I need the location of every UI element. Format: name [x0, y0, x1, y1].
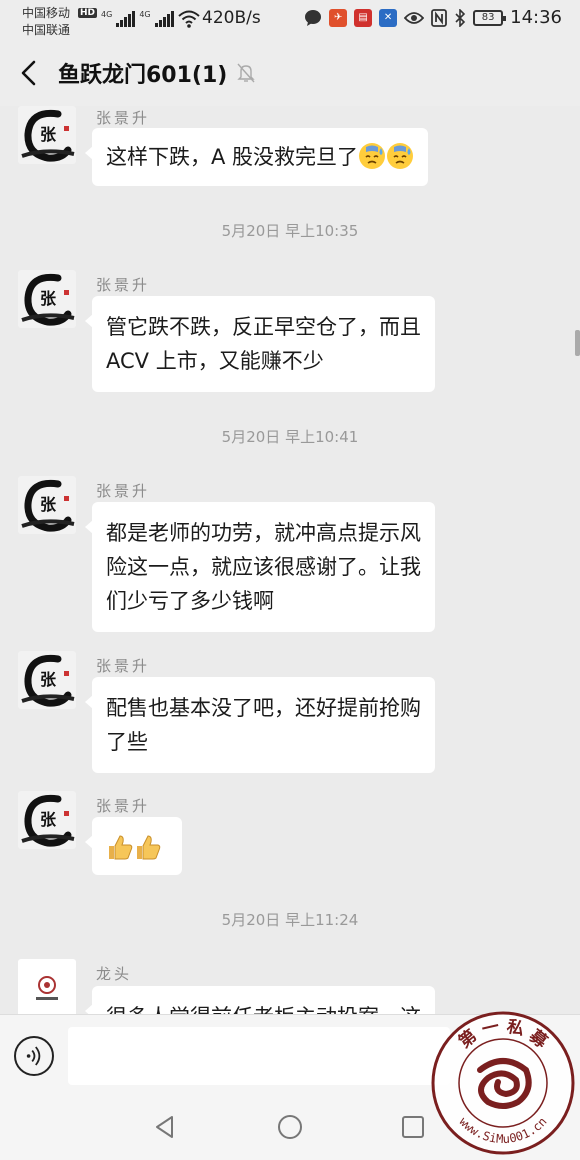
mute-bell-icon	[237, 63, 255, 83]
nav-home-icon[interactable]	[275, 1112, 305, 1142]
message-text-line: 了些	[106, 730, 148, 754]
signal-strength-2-icon	[154, 11, 174, 27]
sender-name: 张景升	[96, 657, 151, 675]
signal-strength-1-icon	[116, 11, 136, 27]
ink-calligraphy-avatar-icon: 张	[21, 109, 75, 162]
message-bubble[interactable]: 这样下跌，A 股没救完旦了	[84, 128, 429, 186]
message-text-line: 们少亏了多少钱啊	[106, 589, 274, 613]
clock: 14:36	[510, 7, 562, 28]
chat-title[interactable]: 鱼跃龙门601(1)	[58, 57, 227, 89]
network-speed: 420B/s	[202, 8, 261, 28]
message-text-line: 险这一点，就应该很感谢了。让我	[106, 555, 421, 579]
avatar[interactable]: 张	[18, 651, 76, 709]
news-app-icon: ▤	[354, 8, 373, 27]
network-type-2: 4G	[139, 9, 151, 19]
nav-back-icon[interactable]	[150, 1112, 180, 1142]
network-type-1: 4G	[101, 9, 113, 19]
thumbs-up-emoji-icon	[137, 835, 161, 860]
message-text-line: 都是老师的功劳，就冲高点提示风	[106, 521, 421, 545]
signal-group: HD 4G 4G	[78, 6, 200, 32]
ink-calligraphy-avatar-icon: 张	[21, 794, 75, 847]
message-text-line: ACV 上市，又能赚不少	[106, 349, 324, 373]
avatar[interactable]: 张	[18, 791, 76, 849]
message-input[interactable]	[68, 1027, 450, 1085]
message-bubble[interactable]	[85, 817, 182, 875]
avatar[interactable]: 张	[18, 476, 76, 534]
timestamp: 5月20日 早上10:35	[221, 222, 359, 240]
svg-text:张: 张	[40, 810, 57, 829]
message-bubble[interactable]: 管它跌不跌，反正早空仓了，而且 ACV 上市，又能赚不少	[85, 296, 435, 392]
chat-bubble-icon	[305, 9, 322, 26]
avatar[interactable]: 张	[18, 270, 76, 328]
voice-input-icon[interactable]	[14, 1036, 54, 1076]
wifi-icon	[177, 10, 200, 28]
sweat-face-emoji-icon	[387, 143, 414, 169]
chat-message-list[interactable]: 张 张景升 这样下跌，A 股没救完旦了 5月20日 早上10:35 张 张景升 …	[0, 106, 580, 1014]
message-bubble[interactable]: 很多人觉得前任老板主动投案，这	[85, 986, 435, 1014]
back-arrow-icon[interactable]	[14, 56, 46, 90]
svg-text:张: 张	[40, 289, 57, 308]
ink-calligraphy-avatar-icon: 张	[21, 479, 75, 532]
scrollbar[interactable]	[575, 330, 580, 356]
thumbs-up-emoji-icon	[109, 835, 133, 860]
ink-calligraphy-avatar-icon: 张	[21, 273, 75, 326]
logo-avatar-icon	[36, 976, 58, 1000]
svg-text:张: 张	[40, 670, 57, 689]
message-text-line: 配售也基本没了吧，还好提前抢购	[106, 696, 421, 720]
message-text-line: 很多人觉得前任老板主动投案，这	[106, 1000, 421, 1014]
svg-text:张: 张	[40, 125, 57, 144]
battery-icon: 83	[473, 9, 507, 26]
sender-name: 龙头	[96, 965, 133, 983]
app-notification-icon: ✈	[329, 8, 348, 27]
message-text-line: 管它跌不跌，反正早空仓了，而且	[106, 315, 421, 339]
message-bubble[interactable]: 都是老师的功劳，就冲高点提示风 险这一点，就应该很感谢了。让我 们少亏了多少钱啊	[85, 502, 435, 632]
svg-text:张: 张	[40, 495, 57, 514]
carrier-2-label: 中国联通	[22, 23, 71, 37]
timestamp: 5月20日 早上10:41	[221, 428, 359, 446]
chat-header: 鱼跃龙门601(1)	[0, 40, 580, 106]
hd-badge: HD	[78, 8, 98, 18]
eye-icon	[404, 11, 425, 24]
avatar[interactable]	[18, 959, 76, 1014]
bluetooth-icon	[455, 8, 466, 27]
sender-name: 张景升	[96, 276, 151, 294]
nav-recents-icon[interactable]	[398, 1112, 428, 1142]
nfc-icon	[431, 8, 448, 27]
ink-calligraphy-avatar-icon: 张	[21, 654, 75, 707]
avatar[interactable]: 张	[18, 106, 76, 164]
sweat-face-emoji-icon	[359, 143, 386, 169]
timestamp: 5月20日 早上11:24	[221, 911, 359, 929]
message-text: 这样下跌，A 股没救完旦了	[106, 145, 359, 169]
sender-name: 张景升	[96, 482, 151, 500]
sender-name: 张景升	[96, 797, 151, 815]
message-bubble[interactable]: 配售也基本没了吧，还好提前抢购 了些	[85, 677, 435, 773]
sender-name: 张景升	[96, 109, 151, 127]
status-bar: 中国移动 中国联通 HD 4G 4G 420B/s ✈ ▤ ✕ 83 14:36	[0, 0, 580, 40]
watermark-seal-logo: 第 一 私 募 www.SiMu001.cn	[431, 1011, 575, 1155]
x-app-icon: ✕	[379, 8, 398, 27]
carrier-1-label: 中国移动	[22, 6, 71, 20]
status-icons-right: ✈ ▤ ✕ 83 14:36	[304, 7, 562, 28]
